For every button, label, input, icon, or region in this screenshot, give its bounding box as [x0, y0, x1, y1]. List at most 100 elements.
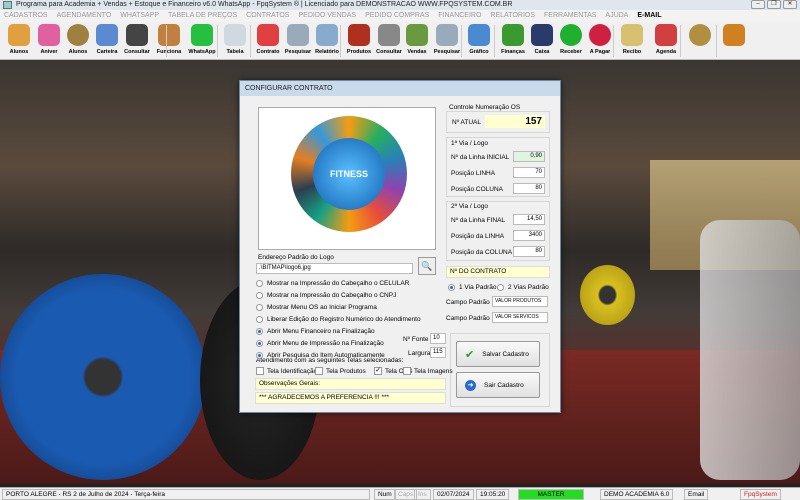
option-label: Mostrar na Impressão do Cabeçalho o CELU…: [267, 280, 410, 287]
tela-checkbox[interactable]: Tela Produtos: [315, 367, 366, 375]
option-label: Mostrar Menu OS ao Iniciar Programa: [267, 304, 377, 311]
employee-icon: [158, 24, 180, 46]
contract-icon: [257, 24, 279, 46]
toolbar-button[interactable]: Aniver: [33, 24, 65, 55]
menu-item[interactable]: AGENDAMENTO: [57, 10, 112, 22]
logo-path-label: Endereço Padrão do Logo: [258, 254, 334, 261]
menu-item[interactable]: WHATSAPP: [120, 10, 159, 22]
obs-label: Observações Gerais:: [255, 378, 446, 390]
menu-item[interactable]: CADASTROS: [4, 10, 48, 22]
option-radio[interactable]: Mostrar na Impressão do Cabeçalho o CNPJ: [256, 292, 396, 299]
toolbar-button[interactable]: Carteira: [91, 24, 123, 55]
toolbar-button[interactable]: Agenda: [650, 24, 682, 55]
option-radio[interactable]: Abrir Menu Financeiro na Finalização: [256, 328, 375, 335]
contrato-label: Nº DO CONTRATO: [446, 266, 550, 278]
radio-1-via[interactable]: 1 Via Padrão: [448, 284, 496, 291]
option-radio[interactable]: Liberar Edição do Registro Numérico do A…: [256, 316, 421, 323]
browse-logo-button[interactable]: 🔍: [418, 257, 436, 275]
menu-item[interactable]: FERRAMENTAS: [544, 10, 596, 22]
menu-item[interactable]: FINANCEIRO: [438, 10, 481, 22]
toolbar-label: Receber: [560, 49, 582, 55]
dialog-title: CONFIGURAR CONTRATO: [240, 81, 560, 96]
toolbar-separator: [680, 25, 681, 57]
toolbar-separator: [613, 25, 614, 57]
menu-item-email[interactable]: E-MAIL: [637, 10, 661, 22]
coin-icon: [67, 24, 89, 46]
menu-item[interactable]: TABELA DE PREÇOS: [168, 10, 237, 22]
fitness-logo: FITNESS: [313, 138, 385, 210]
toolbar-button[interactable]: WhatsApp: [186, 24, 218, 55]
toolbar-label: Produtos: [346, 49, 372, 55]
toolbar-button[interactable]: Contrato: [252, 24, 284, 55]
option-radio[interactable]: Abrir Menu de Impressão na Finalização: [256, 340, 384, 347]
radio-2-vias[interactable]: 2 Vias Padrão: [497, 284, 549, 291]
toolbar-label: Pesquisar: [433, 49, 461, 55]
minimize-button[interactable]: –: [751, 0, 765, 9]
toolbar-label: Alunos: [68, 49, 88, 55]
toolbar-button[interactable]: [684, 24, 716, 49]
menu-item[interactable]: RELATÓRIOS: [490, 10, 535, 22]
via1-field-input[interactable]: 70: [513, 167, 545, 178]
fonte-input[interactable]: 10: [430, 333, 446, 344]
restore-button[interactable]: ❐: [767, 0, 781, 9]
status-email[interactable]: Email: [684, 489, 709, 500]
via1-field-input[interactable]: 80: [513, 183, 545, 194]
tela-checkbox[interactable]: Tela Imagens: [403, 367, 453, 375]
via2-label: 2ª Via / Logo: [451, 203, 488, 210]
status-bar: PORTO ALEGRE - RS 2 de Julho de 2024 - T…: [0, 487, 800, 500]
option-radio[interactable]: Abrir Pesquisa do Item Automaticamente: [256, 352, 385, 359]
campo-padrao-2[interactable]: VALOR SERVICOS: [492, 312, 548, 323]
via1-field-label: Posição COLUNA: [451, 186, 504, 193]
sales-cart-icon: [406, 24, 428, 46]
toolbar-button[interactable]: Caixa: [526, 24, 558, 55]
via2-field-input[interactable]: 3400: [513, 230, 545, 241]
atual-value[interactable]: 157: [485, 115, 545, 128]
tela-label: Tela Identificação: [267, 367, 318, 375]
campo-padrao-1[interactable]: VALOR PRODUTOS: [492, 296, 548, 307]
save-label: Salvar Cadastro: [482, 350, 529, 358]
largura-input[interactable]: 115: [430, 347, 446, 358]
option-radio[interactable]: Mostrar Menu OS ao Iniciar Programa: [256, 304, 377, 311]
exit-icon: ➜: [465, 379, 476, 391]
close-button[interactable]: ✕: [783, 0, 797, 9]
toolbar-button[interactable]: Finanças: [497, 24, 529, 55]
via2-field-input[interactable]: 14,50: [513, 214, 545, 225]
toolbar-label: Carteira: [96, 49, 118, 55]
menu-item[interactable]: CONTRATOS: [246, 10, 289, 22]
option-radio[interactable]: Mostrar na Impressão do Cabeçalho o CELU…: [256, 280, 409, 287]
toolbar-button[interactable]: Alunos: [62, 24, 94, 55]
toolbar-button[interactable]: A Pagar: [584, 24, 616, 55]
toolbar-button[interactable]: Alunos: [3, 24, 35, 55]
logo-path-input[interactable]: .\BITMAP\logo6.jpg: [256, 263, 413, 274]
toolbar-button[interactable]: Vendas: [401, 24, 433, 55]
menu-item[interactable]: PEDIDO COMPRAS: [365, 10, 429, 22]
toolbar-label: Contrato: [256, 49, 280, 55]
toolbar-button[interactable]: Funciona: [153, 24, 185, 55]
toolbar-button[interactable]: Produtos: [343, 24, 375, 55]
option-label: Liberar Edição do Registro Numérico do A…: [267, 316, 421, 323]
toolbar-button[interactable]: Tabela: [219, 24, 251, 55]
via2-field-label: Posição da COLUNA: [451, 249, 513, 256]
obs-input[interactable]: *** AGRADECEMOS A PREFERENCIA !!! ***: [255, 392, 446, 404]
option-label: Abrir Pesquisa do Item Automaticamente: [267, 352, 385, 359]
toolbar-label: Vendas: [407, 49, 427, 55]
tela-checkbox[interactable]: Tela Identificação: [256, 367, 317, 375]
toolbar-button[interactable]: [718, 24, 750, 49]
toolbar-button[interactable]: Relatório: [311, 24, 343, 55]
exit-button[interactable]: ➜ Sair Cadastro: [456, 372, 540, 398]
toolbar-separator: [494, 25, 495, 57]
toolbar-button[interactable]: Receber: [555, 24, 587, 55]
toolbar-button[interactable]: Consultar: [121, 24, 153, 55]
toolbar-button[interactable]: Pesquisar: [282, 24, 314, 55]
checkmark-icon: ✔: [465, 348, 475, 361]
barcode-icon: [378, 24, 400, 46]
toolbar-button[interactable]: Pesquisar: [431, 24, 463, 55]
toolbar-button[interactable]: Recibo: [616, 24, 648, 55]
menu-item[interactable]: PEDIDO VENDAS: [298, 10, 356, 22]
weight-plate-blue: [0, 274, 206, 480]
via1-field-input[interactable]: 0,90: [513, 151, 545, 162]
toolbar-button[interactable]: Gráfico: [463, 24, 495, 55]
menu-item[interactable]: AJUDA: [605, 10, 628, 22]
save-button[interactable]: ✔ Salvar Cadastro: [456, 341, 540, 367]
via2-field-input[interactable]: 80: [513, 246, 545, 257]
